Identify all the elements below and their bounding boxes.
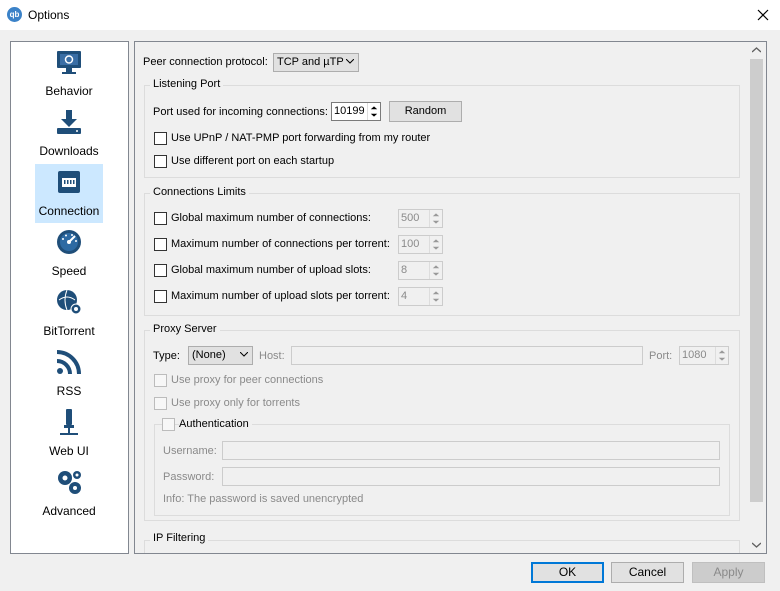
proxy-peer-connections-label: Use proxy for peer connections bbox=[171, 374, 324, 386]
gears-icon bbox=[58, 471, 81, 494]
speedometer-icon bbox=[57, 230, 81, 254]
sidebar-item-speed[interactable]: Speed bbox=[35, 224, 103, 283]
proxy-port-value: 1080 bbox=[682, 349, 707, 361]
per-torrent-connections-checkbox[interactable] bbox=[154, 238, 167, 251]
protocol-label: Peer connection protocol: bbox=[143, 56, 268, 68]
proxy-host-input[interactable] bbox=[291, 346, 643, 365]
connection-settings-panel: Peer connection protocol: TCP and µTP Li… bbox=[134, 41, 767, 554]
sidebar-item-label: Speed bbox=[51, 264, 87, 278]
ip-filtering-group bbox=[144, 540, 740, 553]
connections-limits-title: Connections Limits bbox=[150, 186, 249, 198]
close-icon[interactable] bbox=[752, 4, 774, 26]
scroll-up-icon[interactable] bbox=[752, 47, 761, 53]
sidebar-item-label: Downloads bbox=[39, 144, 99, 158]
sidebar-item-label: Behavior bbox=[45, 84, 93, 98]
sidebar-item-label: RSS bbox=[56, 384, 82, 398]
monitor-icon bbox=[57, 51, 81, 74]
port-label: Port used for incoming connections: bbox=[153, 106, 328, 118]
password-info-text: Info: The password is saved unencrypted bbox=[163, 493, 364, 505]
app-icon: qb bbox=[7, 7, 22, 22]
proxy-port-input[interactable]: 1080 bbox=[679, 346, 729, 365]
proxy-server-title: Proxy Server bbox=[150, 323, 220, 335]
username-label: Username: bbox=[163, 445, 217, 457]
protocol-value: TCP and µTP bbox=[277, 56, 344, 68]
proxy-type-select[interactable]: (None) bbox=[188, 346, 253, 365]
global-connections-checkbox[interactable] bbox=[154, 212, 167, 225]
proxy-torrents-only-checkbox[interactable] bbox=[154, 397, 167, 410]
proxy-host-label: Host: bbox=[259, 350, 285, 362]
per-torrent-connections-input[interactable]: 100 bbox=[398, 235, 443, 254]
spinner-arrows-icon[interactable] bbox=[715, 347, 728, 364]
window-title: Options bbox=[28, 8, 70, 22]
spinner-arrows-icon[interactable] bbox=[429, 210, 442, 227]
global-connections-label: Global maximum number of connections: bbox=[171, 212, 371, 224]
scrollbar-thumb[interactable] bbox=[750, 59, 763, 502]
title-bar: qb Options bbox=[0, 0, 780, 30]
spinner-arrows-icon[interactable] bbox=[429, 262, 442, 279]
proxy-peer-connections-checkbox[interactable] bbox=[154, 374, 167, 387]
spinner-arrows-icon[interactable] bbox=[429, 288, 442, 305]
content-scrollbar[interactable] bbox=[748, 42, 765, 553]
global-upload-slots-checkbox[interactable] bbox=[154, 264, 167, 277]
chevron-down-icon bbox=[346, 59, 354, 64]
sidebar-item-label: Connection bbox=[38, 204, 100, 218]
random-port-button[interactable]: Random bbox=[389, 101, 462, 122]
globe-gear-icon bbox=[57, 289, 82, 315]
password-input[interactable] bbox=[222, 467, 720, 486]
ok-button[interactable]: OK bbox=[531, 562, 604, 583]
global-upload-slots-input[interactable]: 8 bbox=[398, 261, 443, 280]
global-connections-input[interactable]: 500 bbox=[398, 209, 443, 228]
chevron-down-icon bbox=[240, 352, 248, 357]
sidebar-item-web-ui[interactable]: Web UI bbox=[35, 404, 103, 463]
global-connections-value: 500 bbox=[401, 212, 420, 224]
sidebar-item-label: BitTorrent bbox=[43, 324, 95, 338]
per-torrent-upload-slots-checkbox[interactable] bbox=[154, 290, 167, 303]
sidebar-item-connection[interactable]: Connection bbox=[35, 164, 103, 223]
random-startup-port-label: Use different port on each startup bbox=[171, 155, 335, 167]
network-icon bbox=[58, 171, 80, 193]
per-torrent-upload-slots-label: Maximum number of upload slots per torre… bbox=[171, 290, 390, 302]
proxy-torrents-only-label: Use proxy only for torrents bbox=[171, 397, 300, 409]
username-input[interactable] bbox=[222, 441, 720, 460]
global-upload-slots-value: 8 bbox=[401, 264, 408, 276]
rss-icon bbox=[56, 350, 81, 375]
random-startup-port-checkbox[interactable] bbox=[154, 155, 167, 168]
listening-port-title: Listening Port bbox=[150, 78, 224, 90]
plug-icon bbox=[60, 409, 78, 435]
ip-filtering-title: IP Filtering bbox=[150, 532, 209, 544]
per-torrent-connections-value: 100 bbox=[401, 238, 420, 250]
spinner-arrows-icon[interactable] bbox=[367, 103, 380, 120]
sidebar-item-bittorrent[interactable]: BitTorrent bbox=[35, 284, 103, 343]
proxy-type-value: (None) bbox=[192, 349, 226, 361]
sidebar-item-label: Web UI bbox=[49, 444, 89, 458]
protocol-select[interactable]: TCP and µTP bbox=[273, 53, 359, 72]
password-label: Password: bbox=[163, 471, 215, 483]
per-torrent-connections-label: Maximum number of connections per torren… bbox=[171, 238, 390, 250]
sidebar-item-behavior[interactable]: Behavior bbox=[35, 44, 103, 103]
per-torrent-upload-slots-input[interactable]: 4 bbox=[398, 287, 443, 306]
port-input[interactable]: 10199 bbox=[331, 102, 381, 121]
cancel-button[interactable]: Cancel bbox=[611, 562, 684, 583]
proxy-port-label: Port: bbox=[649, 350, 673, 362]
per-torrent-upload-slots-value: 4 bbox=[401, 290, 408, 302]
global-upload-slots-label: Global maximum number of upload slots: bbox=[171, 264, 371, 276]
port-value: 10199 bbox=[334, 105, 365, 117]
spinner-arrows-icon[interactable] bbox=[429, 236, 442, 253]
sidebar-item-label: Advanced bbox=[42, 504, 96, 518]
upnp-checkbox[interactable] bbox=[154, 132, 167, 145]
apply-button[interactable]: Apply bbox=[692, 562, 765, 583]
authentication-checkbox[interactable] bbox=[162, 418, 175, 431]
upnp-label: Use UPnP / NAT-PMP port forwarding from … bbox=[171, 132, 431, 144]
download-icon bbox=[57, 110, 81, 134]
scroll-down-icon[interactable] bbox=[752, 542, 761, 548]
sidebar-item-rss[interactable]: RSS bbox=[35, 344, 103, 403]
options-sidebar: Behavior Downloads Connection Speed BitT… bbox=[10, 41, 129, 554]
proxy-type-label: Type: bbox=[153, 350, 180, 362]
authentication-title: Authentication bbox=[179, 418, 252, 430]
sidebar-item-advanced[interactable]: Advanced bbox=[35, 464, 103, 523]
sidebar-item-downloads[interactable]: Downloads bbox=[35, 104, 103, 163]
